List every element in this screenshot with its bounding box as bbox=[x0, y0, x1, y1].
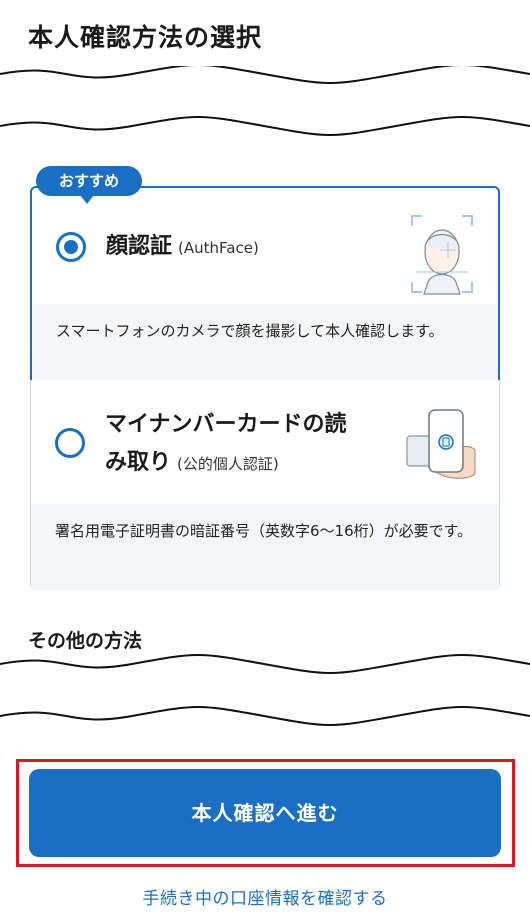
option-face-auth-description: スマートフォンのカメラで顔を撮影して本人確認します。 bbox=[32, 304, 498, 380]
option-mynumber-title-line1: マイナンバーカードの読 bbox=[105, 412, 347, 437]
other-methods-heading: その他の方法 bbox=[28, 630, 143, 652]
omission-wave-bottom bbox=[0, 654, 530, 726]
option-mynumber-description: 署名用電子証明書の暗証番号（英数字6〜16桁）が必要です。 bbox=[31, 504, 499, 590]
phone-card-reader-icon bbox=[406, 409, 476, 479]
view-account-info-link[interactable]: 手続き中の口座情報を確認する bbox=[0, 884, 530, 909]
proceed-identity-verification-button[interactable]: 本人確認へ進む bbox=[29, 769, 501, 857]
radio-face-auth[interactable] bbox=[56, 232, 86, 262]
option-face-auth-title: 顔認証 (AuthFace) bbox=[106, 234, 259, 259]
face-scan-icon bbox=[411, 215, 473, 295]
page-title: 本人確認方法の選択 bbox=[28, 23, 263, 52]
radio-mynumber-card[interactable] bbox=[55, 428, 85, 458]
omission-wave-top bbox=[0, 66, 530, 136]
badge-tail bbox=[80, 195, 94, 204]
option-mynumber-card[interactable]: マイナンバーカードの読 み取り (公的個人認証) 署名用電子証明書の暗証番号（英数… bbox=[30, 380, 500, 590]
recommended-badge: おすすめ bbox=[36, 166, 142, 196]
option-mynumber-title-line2: み取り (公的個人認証) bbox=[105, 450, 279, 475]
option-face-auth[interactable]: 顔認証 (AuthFace) スマートフォンのカメラで顔を撮影して本人確認します。 bbox=[30, 186, 500, 380]
